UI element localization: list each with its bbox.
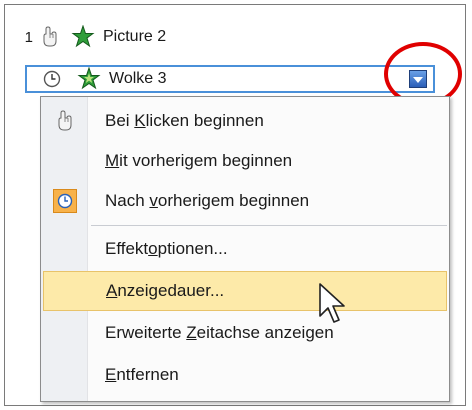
menu-item-label: Entfernen xyxy=(105,365,179,384)
animation-list-item[interactable]: 1 Picture 2 xyxy=(19,23,166,51)
mouse-pointer-icon xyxy=(318,282,348,331)
menu-item-label: Mit vorherigem beginnen xyxy=(105,151,293,170)
menu-item-start-on-click[interactable]: Bei Klicken beginnen xyxy=(43,101,447,141)
menu-item-label: Nach vorherigem beginnen xyxy=(105,191,310,210)
mouse-icon xyxy=(39,26,61,48)
menu-item-timing[interactable]: Anzeigedauer... xyxy=(43,271,447,311)
menu-item-after-previous[interactable]: Nach vorherigem beginnen xyxy=(43,181,447,221)
menu-item-effect-options[interactable]: Effektoptionen... xyxy=(43,229,447,269)
menu-item-label: Anzeigedauer... xyxy=(106,281,225,300)
star-effect-icon xyxy=(77,67,101,91)
menu-item-show-advanced-timeline[interactable]: Erweiterte Zeitachse anzeigen xyxy=(43,313,447,353)
menu-item-label: Effektoptionen... xyxy=(105,239,228,258)
context-menu: Bei Klicken beginnen Mit vorherigem begi… xyxy=(40,96,450,402)
item-label: Wolke 3 xyxy=(109,70,167,87)
item-label: Picture 2 xyxy=(103,28,167,45)
animation-list-item-selected[interactable]: Wolke 3 xyxy=(25,65,435,93)
item-order-number: 1 xyxy=(24,28,33,46)
menu-item-remove[interactable]: Entfernen xyxy=(43,355,447,395)
menu-item-with-previous[interactable]: Mit vorherigem beginnen xyxy=(43,141,447,181)
menu-separator xyxy=(91,225,447,226)
mouse-icon xyxy=(43,110,87,132)
menu-item-label: Bei Klicken beginnen xyxy=(105,111,264,130)
menu-item-label: Erweiterte Zeitachse anzeigen xyxy=(105,323,334,342)
clock-icon xyxy=(41,68,63,90)
star-effect-icon xyxy=(71,25,95,49)
clock-icon xyxy=(53,189,77,213)
